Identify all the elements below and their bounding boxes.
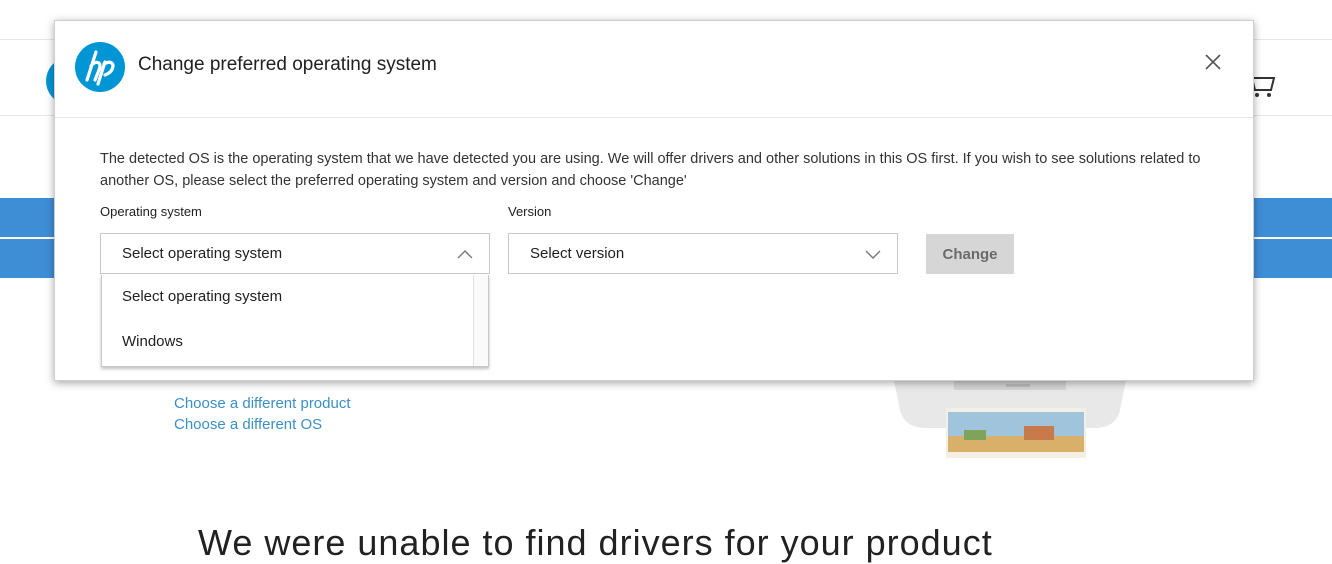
dropdown-scrollbar[interactable] <box>473 275 488 366</box>
version-field-label: Version <box>508 204 552 219</box>
choose-different-os-link[interactable]: Choose a different OS <box>174 416 322 433</box>
hp-logo-icon <box>75 42 125 92</box>
dialog-title: Change preferred operating system <box>138 54 437 75</box>
os-field-label: Operating system <box>100 204 202 219</box>
version-select[interactable]: Select version <box>508 233 898 274</box>
printer-image <box>894 380 1126 458</box>
page-headline: We were unable to find drivers for your … <box>198 522 993 563</box>
choose-different-product-link[interactable]: Choose a different product <box>174 395 351 412</box>
change-os-dialog: Change preferred operating system The de… <box>54 20 1254 381</box>
dialog-header: Change preferred operating system <box>55 21 1253 118</box>
os-option-label: Select operating system <box>122 288 283 305</box>
os-select-value: Select operating system <box>122 245 283 262</box>
version-select-value: Select version <box>530 245 625 262</box>
os-option-windows[interactable]: Windows <box>102 320 474 364</box>
chevron-up-icon <box>457 250 473 259</box>
close-icon[interactable] <box>1201 50 1225 74</box>
os-option-label: Windows <box>122 333 183 350</box>
os-select[interactable]: Select operating system <box>100 233 490 274</box>
change-button[interactable]: Change <box>926 234 1014 274</box>
chevron-down-icon <box>865 250 881 259</box>
os-dropdown-list: Select operating system Windows <box>101 275 489 367</box>
dialog-description: The detected OS is the operating system … <box>100 151 1201 189</box>
os-option-select-os[interactable]: Select operating system <box>102 275 474 319</box>
